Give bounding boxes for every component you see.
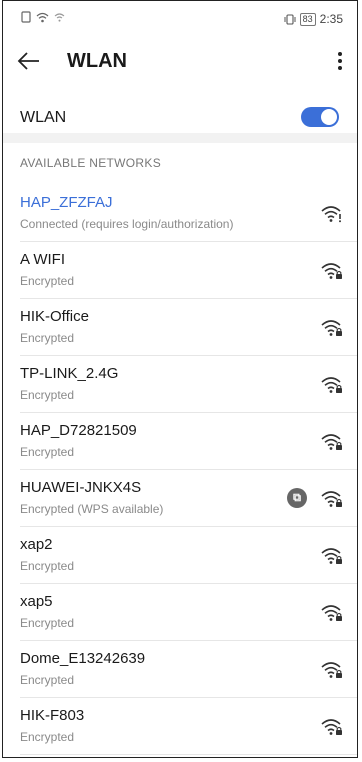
- network-status: Encrypted: [20, 616, 75, 630]
- clock: 2:35: [319, 12, 343, 26]
- battery-level: 83: [299, 12, 316, 26]
- wifi-lock-icon: [321, 263, 342, 279]
- network-status: Encrypted: [20, 673, 75, 687]
- wifi-lock-icon: [321, 548, 342, 564]
- status-icons-left: [21, 11, 65, 23]
- network-status: Encrypted: [20, 445, 75, 459]
- network-name: TP-LINK_2.4G: [20, 365, 119, 382]
- more-options-icon[interactable]: [329, 47, 351, 75]
- page-title: WLAN: [67, 50, 127, 72]
- network-status: Encrypted: [20, 730, 75, 744]
- wifi-lock-icon: [321, 320, 342, 336]
- network-item[interactable]: A WIFI Encrypted: [3, 242, 357, 299]
- wlan-toggle-row[interactable]: WLAN: [3, 103, 357, 137]
- wifi-lock-icon: [321, 491, 342, 507]
- network-name: HIK-Office: [20, 308, 89, 325]
- app-bar: WLAN: [3, 41, 357, 81]
- switch-knob: [321, 109, 337, 125]
- wifi-lock-icon: [321, 434, 342, 450]
- network-name: A WIFI: [20, 251, 65, 268]
- network-status: Encrypted: [20, 331, 75, 345]
- network-name: HIK-F803: [20, 707, 85, 724]
- sim-icon: [21, 11, 31, 23]
- wifi-lock-icon: [321, 605, 342, 621]
- network-list: HAP_ZFZFAJ Connected (requires login/auth…: [3, 185, 357, 755]
- network-name: xap2: [20, 536, 53, 553]
- wifi-lock-icon: [321, 377, 342, 393]
- network-status: Encrypted: [20, 559, 75, 573]
- network-name: Dome_E13242639: [20, 650, 146, 667]
- network-name: xap5: [20, 593, 53, 610]
- back-arrow-icon[interactable]: [15, 47, 43, 75]
- wifi-status-icon: [36, 12, 49, 22]
- network-name: HAP_D72821509: [20, 422, 137, 439]
- network-item[interactable]: HIK-Office Encrypted: [3, 299, 357, 356]
- network-item[interactable]: HIK-F803 Encrypted: [3, 698, 357, 755]
- network-item[interactable]: HAP_D72821509 Encrypted: [3, 413, 357, 470]
- network-item[interactable]: TP-LINK_2.4G Encrypted: [3, 356, 357, 413]
- network-item[interactable]: xap2 Encrypted: [3, 527, 357, 584]
- wifi-lock-icon: [321, 719, 342, 735]
- network-item[interactable]: Dome_E13242639 Encrypted: [3, 641, 357, 698]
- network-status: Encrypted: [20, 388, 75, 402]
- phone-screen: 83 2:35 WLAN WLAN AVAILABLE NETWORKS HAP…: [2, 0, 358, 758]
- section-divider: [3, 133, 357, 143]
- section-title: AVAILABLE NETWORKS: [20, 156, 161, 170]
- wlan-switch[interactable]: [301, 107, 339, 127]
- network-name: HAP_ZFZFAJ: [20, 194, 113, 211]
- network-item[interactable]: xap5 Encrypted: [3, 584, 357, 641]
- network-status: Encrypted: [20, 274, 75, 288]
- wps-icon[interactable]: ⧉: [287, 488, 307, 508]
- network-item[interactable]: HUAWEI-JNKX4S Encrypted (WPS available) ⧉: [3, 470, 357, 527]
- status-icons-right: 83 2:35: [284, 12, 343, 26]
- network-name: HUAWEI-JNKX4S: [20, 479, 142, 496]
- network-status: Connected (requires login/authorization): [20, 217, 234, 231]
- network-status: Encrypted (WPS available): [20, 502, 164, 516]
- row-divider: [20, 754, 357, 755]
- status-bar: 83 2:35: [3, 1, 357, 37]
- wlan-toggle-label: WLAN: [20, 109, 67, 126]
- vibrate-icon: [284, 13, 296, 25]
- wifi-lock-icon: [321, 662, 342, 678]
- hotspot-icon: [54, 12, 65, 22]
- wifi-alert-icon: [321, 206, 341, 223]
- network-item[interactable]: HAP_ZFZFAJ Connected (requires login/auth…: [3, 185, 357, 242]
